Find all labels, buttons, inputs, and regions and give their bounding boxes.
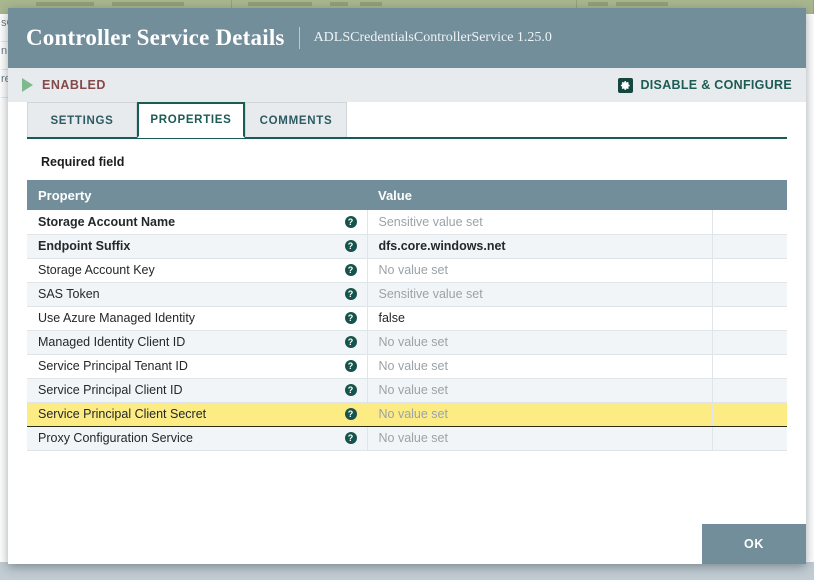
property-name-cell: Proxy Configuration Service? bbox=[27, 426, 368, 451]
play-triangle-icon bbox=[22, 78, 33, 92]
property-actions-cell bbox=[712, 354, 787, 379]
dialog-title: Controller Service Details bbox=[26, 25, 285, 50]
tab-settings[interactable]: SETTINGS bbox=[27, 102, 137, 138]
property-actions-cell bbox=[712, 401, 787, 427]
help-icon[interactable]: ? bbox=[344, 384, 357, 396]
property-name-label: Managed Identity Client ID bbox=[38, 335, 186, 349]
property-name-cell: Storage Account Name? bbox=[27, 210, 368, 235]
gear-icon bbox=[618, 77, 634, 93]
ok-button[interactable]: OK bbox=[702, 524, 806, 564]
property-value-cell[interactable]: Sensitive value set bbox=[367, 282, 713, 307]
property-actions-cell bbox=[712, 330, 787, 355]
property-actions-cell bbox=[712, 426, 787, 451]
table-row[interactable]: Managed Identity Client ID? No value set bbox=[27, 330, 787, 355]
table-row[interactable]: Proxy Configuration Service? No value set bbox=[27, 426, 787, 451]
property-actions-cell bbox=[712, 306, 787, 331]
properties-table-body: Storage Account Name? Sensitive value set… bbox=[27, 210, 787, 451]
table-row[interactable]: Storage Account Name? Sensitive value set bbox=[27, 210, 787, 235]
property-value-cell[interactable]: No value set bbox=[367, 258, 713, 283]
property-value-cell[interactable]: No value set bbox=[367, 426, 713, 451]
help-icon[interactable]: ? bbox=[344, 312, 357, 324]
property-value-cell[interactable]: No value set bbox=[367, 330, 713, 355]
tab-properties[interactable]: PROPERTIES bbox=[137, 102, 245, 138]
property-name-label: Storage Account Name bbox=[38, 214, 176, 229]
property-name-cell: Service Principal Client Secret? bbox=[27, 401, 368, 427]
help-icon[interactable]: ? bbox=[344, 288, 357, 300]
property-value-cell[interactable]: false bbox=[367, 306, 713, 331]
property-name-cell: Service Principal Tenant ID? bbox=[27, 354, 368, 379]
dialog-body: SETTINGS PROPERTIES COMMENTS Required fi… bbox=[8, 102, 806, 564]
disable-and-configure-button[interactable]: DISABLE & CONFIGURE bbox=[618, 77, 792, 93]
help-icon[interactable]: ? bbox=[344, 408, 357, 420]
help-icon[interactable]: ? bbox=[344, 240, 357, 252]
help-icon[interactable]: ? bbox=[344, 215, 357, 228]
property-value-cell[interactable]: dfs.core.windows.net bbox=[367, 234, 713, 259]
tab-strip: SETTINGS PROPERTIES COMMENTS bbox=[27, 102, 787, 139]
property-actions-cell bbox=[712, 258, 787, 283]
title-divider bbox=[298, 27, 300, 49]
disable-and-configure-label: DISABLE & CONFIGURE bbox=[640, 78, 792, 92]
property-name-label: Service Principal Client ID bbox=[38, 383, 183, 397]
table-row[interactable]: Use Azure Managed Identity? false bbox=[27, 306, 787, 331]
property-value-cell[interactable]: No value set bbox=[367, 378, 713, 403]
property-name-label: Proxy Configuration Service bbox=[38, 431, 193, 445]
property-name-cell: Endpoint Suffix? bbox=[27, 234, 368, 259]
property-actions-cell bbox=[712, 282, 787, 307]
help-icon[interactable]: ? bbox=[344, 336, 357, 348]
table-row[interactable]: Endpoint Suffix? dfs.core.windows.net bbox=[27, 234, 787, 259]
tab-comments[interactable]: COMMENTS bbox=[245, 102, 347, 138]
property-actions-cell bbox=[712, 378, 787, 403]
property-name-label: Use Azure Managed Identity bbox=[38, 311, 196, 325]
property-actions-cell bbox=[712, 210, 787, 235]
status-bar: ENABLED DISABLE & CONFIGURE bbox=[8, 68, 806, 102]
property-name-label: Endpoint Suffix bbox=[38, 239, 131, 253]
table-header-row: Property Value bbox=[27, 180, 787, 210]
table-row[interactable]: Service Principal Client ID? No value set bbox=[27, 378, 787, 403]
property-name-cell: Service Principal Client ID? bbox=[27, 378, 368, 403]
service-state: ENABLED bbox=[22, 78, 106, 92]
property-value-cell[interactable]: No value set bbox=[367, 354, 713, 379]
column-header-property: Property bbox=[27, 180, 367, 210]
background-bottom-strip bbox=[0, 562, 814, 580]
properties-table: Property Value Storage Account Name? Sens… bbox=[27, 180, 787, 451]
help-icon[interactable]: ? bbox=[344, 264, 357, 276]
dialog-footer: OK bbox=[8, 524, 806, 564]
required-field-note: Required field bbox=[41, 155, 125, 169]
table-row[interactable]: SAS Token? Sensitive value set bbox=[27, 282, 787, 307]
dialog-header: Controller Service Details ADLSCredentia… bbox=[8, 8, 806, 68]
help-icon[interactable]: ? bbox=[344, 360, 357, 372]
dialog-subtitle: ADLSCredentialsControllerService 1.25.0 bbox=[313, 30, 552, 45]
column-header-actions bbox=[712, 180, 787, 210]
controller-service-details-dialog: Controller Service Details ADLSCredentia… bbox=[8, 8, 806, 564]
property-name-label: SAS Token bbox=[38, 287, 100, 301]
property-value-cell[interactable]: Sensitive value set bbox=[367, 210, 713, 235]
property-name-cell: Storage Account Key? bbox=[27, 258, 368, 283]
property-actions-cell bbox=[712, 234, 787, 259]
table-row[interactable]: Storage Account Key? No value set bbox=[27, 258, 787, 283]
property-name-label: Storage Account Key bbox=[38, 263, 155, 277]
property-value-cell[interactable]: No value set bbox=[367, 401, 713, 427]
property-name-label: Service Principal Client Secret bbox=[38, 407, 207, 421]
table-row[interactable]: Service Principal Client Secret? No value… bbox=[27, 401, 787, 427]
property-name-cell: Use Azure Managed Identity? bbox=[27, 306, 368, 331]
help-icon[interactable]: ? bbox=[344, 432, 357, 444]
table-row[interactable]: Service Principal Tenant ID? No value set bbox=[27, 354, 787, 379]
property-name-cell: SAS Token? bbox=[27, 282, 368, 307]
service-state-label: ENABLED bbox=[42, 78, 106, 92]
page-root: sC n re Controller Service Details ADLSC… bbox=[0, 0, 814, 580]
column-header-value: Value bbox=[367, 180, 712, 210]
property-name-cell: Managed Identity Client ID? bbox=[27, 330, 368, 355]
property-name-label: Service Principal Tenant ID bbox=[38, 359, 188, 373]
